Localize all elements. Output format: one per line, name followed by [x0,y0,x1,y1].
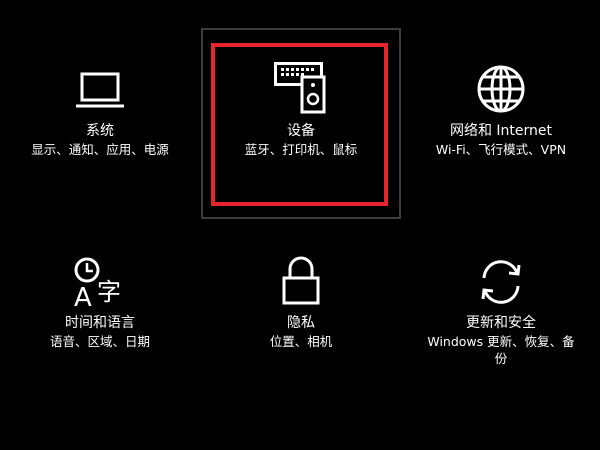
sync-icon [475,256,527,312]
tile-privacy[interactable]: 隐私 位置、相机 [201,222,401,413]
tile-system-desc: 显示、通知、应用、电源 [31,142,169,157]
tile-update-security-desc-line2: 份 [494,351,508,366]
tile-network-desc: Wi-Fi、飞行模式、VPN [435,142,567,157]
time-language-icon-a: A [74,283,92,308]
time-language-icon: A 字 [73,256,127,313]
tile-privacy-title: 隐私 [287,315,315,331]
tile-update-security[interactable]: 更新和安全 Windows 更新、恢复、备 份 [401,222,600,413]
tile-network[interactable]: 网络和 Internet Wi-Fi、飞行模式、VPN [401,28,600,219]
highlight-box [211,43,388,206]
tile-time-language-title: 时间和语言 [65,315,135,331]
tile-time-language[interactable]: A 字 时间和语言 语音、区域、日期 [0,222,200,413]
time-language-icon-zi: 字 [97,278,121,306]
tile-network-title: 网络和 Internet [449,123,553,139]
laptop-icon [75,70,125,114]
tile-update-security-title: 更新和安全 [466,315,536,331]
tile-privacy-desc: 位置、相机 [269,334,333,349]
tile-update-security-desc-line1: Windows 更新、恢复、备 [427,334,575,349]
globe-icon [476,64,526,118]
settings-grid: 系统 显示、通知、应用、电源 设备 蓝牙、打印机、鼠标 网络和 Internet… [0,0,600,450]
tile-system[interactable]: 系统 显示、通知、应用、电源 [0,28,200,219]
lock-icon [281,256,321,310]
tile-system-title: 系统 [86,123,114,139]
tile-time-language-desc: 语音、区域、日期 [49,334,150,349]
